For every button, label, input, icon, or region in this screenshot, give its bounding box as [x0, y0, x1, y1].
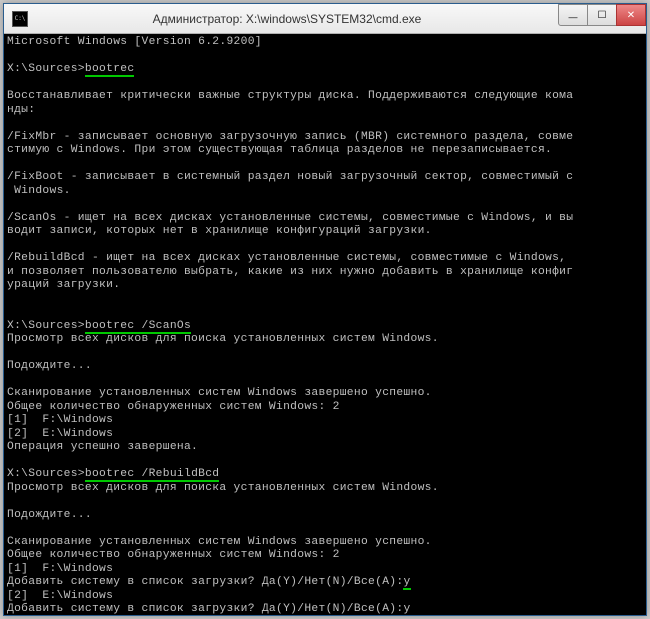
cmd-icon	[12, 11, 28, 27]
wait-msg: Подождите...	[7, 509, 643, 523]
add-prompt-line: Добавить систему в список загрузки? Да(Y…	[7, 603, 643, 615]
scan-msg: Просмотр всех дисков для поиска установл…	[7, 333, 643, 347]
command-input: bootrec /RebuildBcd	[85, 468, 220, 482]
maximize-button[interactable]	[587, 4, 617, 26]
window-title: Администратор: X:\windows\SYSTEM32\cmd.e…	[28, 12, 646, 26]
cmd-window: Администратор: X:\windows\SYSTEM32\cmd.e…	[3, 3, 647, 616]
titlebar[interactable]: Администратор: X:\windows\SYSTEM32\cmd.e…	[4, 4, 646, 34]
add-prompt-line: Добавить систему в список загрузки? Да(Y…	[7, 576, 643, 590]
success-msg: Операция успешно завершена.	[7, 441, 643, 455]
desc-line: Восстанавливает критически важные структ…	[7, 90, 643, 104]
prompt: X:\Sources>	[7, 320, 85, 332]
add-prompt: Добавить систему в список загрузки? Да(Y…	[7, 576, 403, 588]
fixmbr-line: стимую с Windows. При этом существующая …	[7, 144, 643, 158]
fixboot-line: Windows.	[7, 185, 643, 199]
wait-msg: Подождите...	[7, 360, 643, 374]
os-entry: [2] E:\Windows	[7, 590, 643, 604]
prompt: X:\Sources>	[7, 468, 85, 480]
fixboot-line: /FixBoot - записывает в системный раздел…	[7, 171, 643, 185]
os-entry: [1] F:\Windows	[7, 563, 643, 577]
scanos-line: /ScanOs - ищет на всех дисках установлен…	[7, 212, 643, 226]
close-button[interactable]	[616, 4, 646, 26]
count-line: Общее количество обнаруженных систем Win…	[7, 549, 643, 563]
version-line: Microsoft Windows [Version 6.2.9200]	[7, 36, 643, 50]
prompt-line: X:\Sources>bootrec /RebuildBcd	[7, 468, 643, 482]
rebuild-line: /RebuildBcd - ищет на всех дисках устано…	[7, 252, 643, 266]
command-input: bootrec /ScanOs	[85, 320, 191, 334]
scan-msg: Просмотр всех дисков для поиска установл…	[7, 482, 643, 496]
prompt-line: X:\Sources>bootrec	[7, 63, 643, 77]
count-line: Общее количество обнаруженных систем Win…	[7, 401, 643, 415]
scanos-line: водит записи, которых нет в хранилище ко…	[7, 225, 643, 239]
fixmbr-line: /FixMbr - записывает основную загрузочну…	[7, 131, 643, 145]
prompt-line: X:\Sources>bootrec /ScanOs	[7, 320, 643, 334]
os-entry: [1] F:\Windows	[7, 414, 643, 428]
desc-line: нды:	[7, 104, 643, 118]
rebuild-line: и позволяет пользователю выбрать, какие …	[7, 266, 643, 280]
command-input: bootrec	[85, 63, 135, 77]
scan-done: Сканирование установленных систем Window…	[7, 536, 643, 550]
scan-done: Сканирование установленных систем Window…	[7, 387, 643, 401]
minimize-button[interactable]	[558, 4, 588, 26]
prompt: X:\Sources>	[7, 63, 85, 75]
rebuild-line: ураций загрузки.	[7, 279, 643, 293]
user-answer: y	[403, 603, 410, 615]
add-prompt: Добавить систему в список загрузки? Да(Y…	[7, 603, 403, 615]
terminal-output[interactable]: Microsoft Windows [Version 6.2.9200] X:\…	[4, 34, 646, 615]
user-answer: y	[403, 576, 410, 590]
window-controls	[559, 4, 646, 26]
os-entry: [2] E:\Windows	[7, 428, 643, 442]
